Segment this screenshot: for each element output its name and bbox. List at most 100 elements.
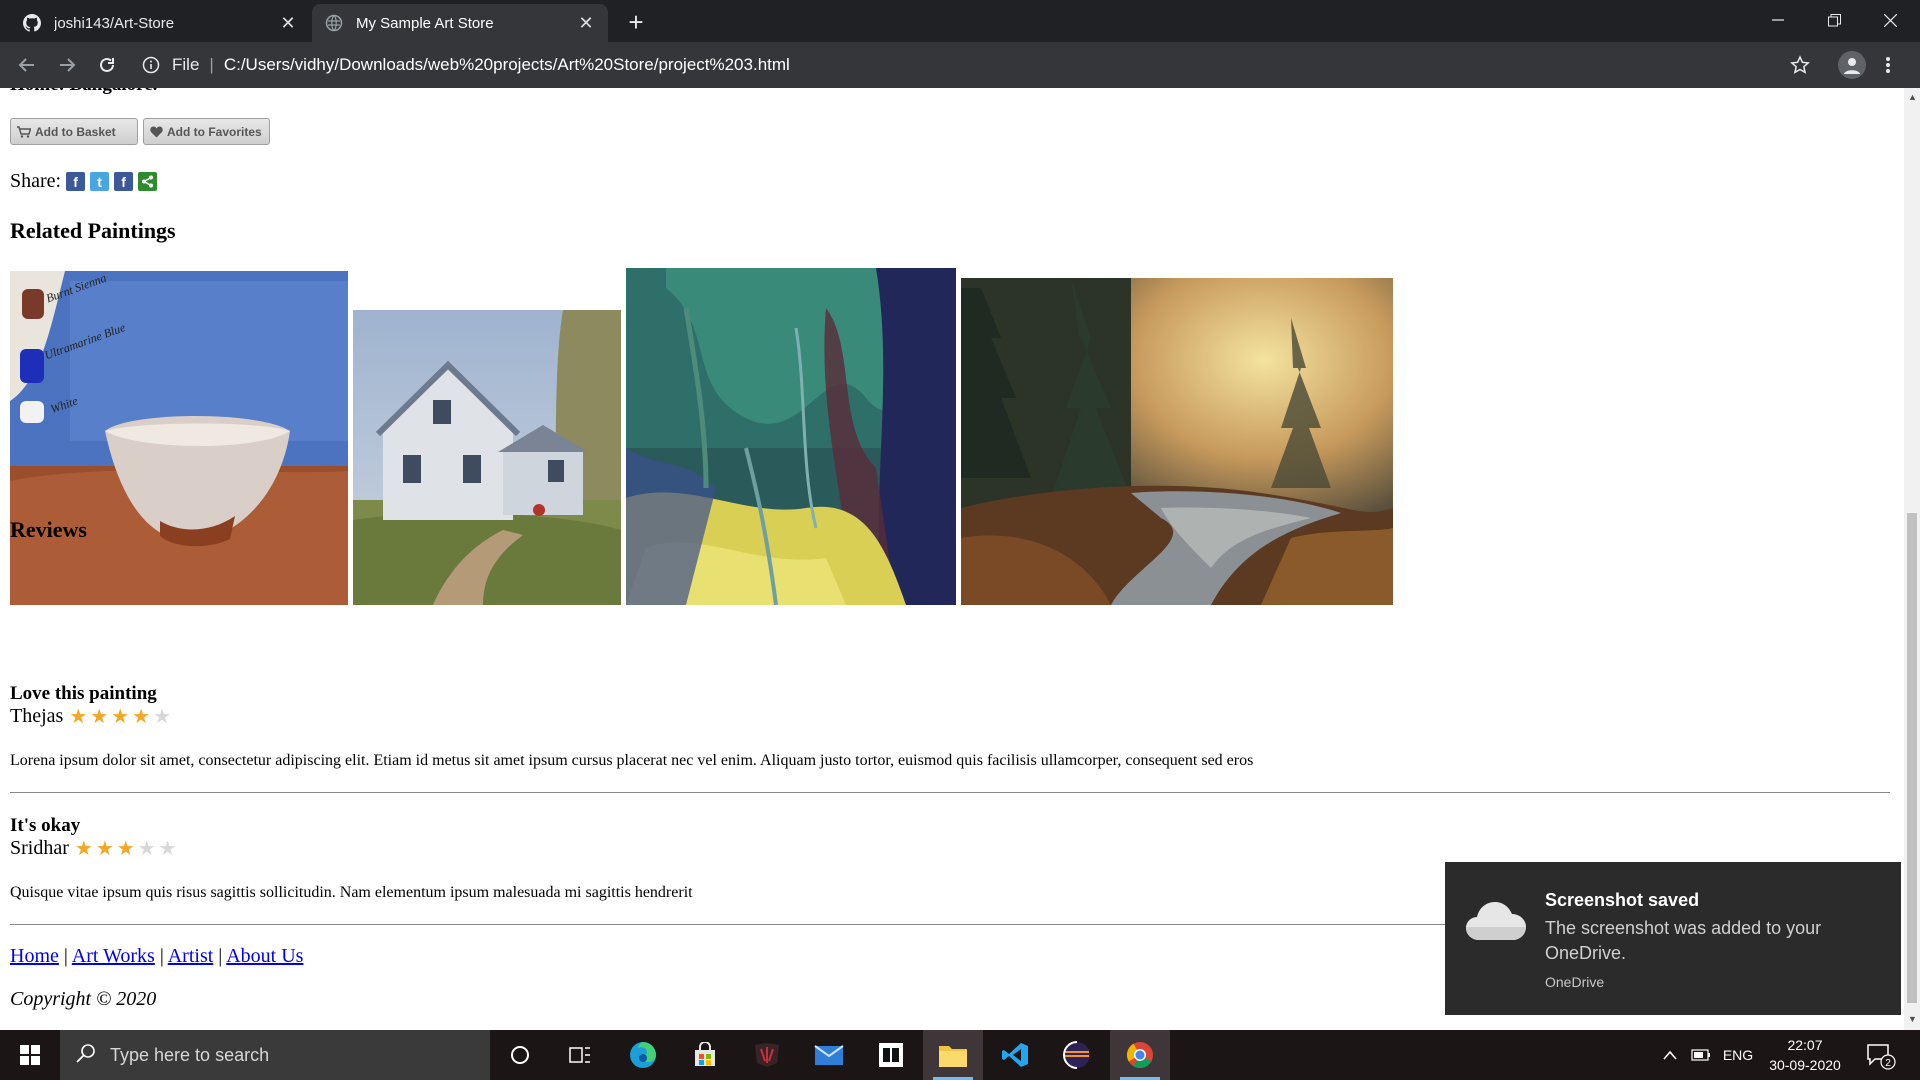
eclipse-icon[interactable] [1047, 1030, 1107, 1080]
heart-icon [150, 126, 163, 137]
close-tab-icon[interactable]: ✕ [576, 13, 596, 33]
review-author-row: Thejas ★ ★ ★ ★ ★ [10, 705, 171, 728]
edge-icon[interactable] [613, 1030, 673, 1080]
address-bar[interactable]: File | C:/Users/vidhy/Downloads/web%20pr… [140, 48, 1780, 82]
notification-source: OneDrive [1545, 974, 1605, 990]
painting-farmhouse[interactable] [353, 310, 621, 605]
new-tab-icon[interactable]: + [622, 7, 650, 37]
scroll-up-icon[interactable]: ▲ [1908, 92, 1917, 102]
add-to-favorites-label: Add to Favorites [167, 124, 262, 139]
back-icon[interactable] [12, 50, 42, 80]
artist-home-text: Home: Bangalore. [10, 88, 157, 96]
review-author: Sridhar [10, 837, 69, 859]
globe-icon [324, 13, 344, 33]
painting-forest-river[interactable] [961, 278, 1393, 605]
twitter-icon[interactable]: t [90, 172, 110, 191]
divider [10, 792, 1890, 793]
share-icon[interactable] [138, 172, 158, 191]
facebook-icon[interactable]: f [114, 172, 134, 191]
windows-start-icon[interactable] [0, 1030, 60, 1080]
footer-link-about-us[interactable]: About Us [226, 945, 303, 967]
tab-art-store[interactable]: My Sample Art Store ✕ [312, 4, 608, 42]
tab-title: My Sample Art Store [356, 14, 494, 32]
microsoft-store-icon[interactable] [675, 1030, 735, 1080]
copyright-text: Copyright © 2020 [10, 988, 157, 1010]
notification-count: 2 [1885, 1058, 1891, 1069]
review-author: Thejas [10, 705, 64, 727]
search-placeholder: Type here to search [110, 1044, 270, 1065]
cortana-icon[interactable] [490, 1030, 550, 1080]
painting-bowl-study[interactable]: Burnt Sienna Ultramarine Blue White [10, 271, 348, 605]
bookmark-star-icon[interactable] [1790, 55, 1810, 80]
clock-date: 30-09-2020 [1769, 1057, 1841, 1073]
star-filled-icon: ★ [69, 705, 88, 728]
language-indicator[interactable]: ENG [1718, 1030, 1758, 1080]
battery-icon[interactable] [1688, 1030, 1714, 1080]
browser-tab-bar: joshi143/Art-Store ✕ My Sample Art Store… [0, 0, 1920, 42]
windows-taskbar: Type here to search ENG 22:07 30-09-2020… [0, 1030, 1920, 1080]
review-title: It's okay [10, 815, 81, 836]
system-clock[interactable]: 22:07 30-09-2020 [1760, 1035, 1850, 1075]
cloud-icon [1465, 898, 1527, 947]
minimize-icon[interactable] [1750, 0, 1806, 40]
footer-link-art-works[interactable]: Art Works [72, 945, 155, 967]
star-empty-icon: ★ [137, 837, 156, 860]
share-label: Share: [10, 170, 62, 192]
chrome-icon[interactable] [1110, 1030, 1170, 1080]
star-filled-icon: ★ [116, 837, 135, 860]
restore-icon[interactable] [1806, 0, 1862, 40]
onedrive-notification[interactable]: Screenshot saved The screenshot was adde… [1445, 862, 1901, 1015]
profile-avatar[interactable] [1838, 51, 1866, 79]
painting-abstract-forest[interactable] [626, 268, 956, 605]
add-to-basket-label: Add to Basket [35, 124, 116, 139]
scroll-down-icon[interactable]: ▼ [1908, 1014, 1917, 1024]
footer-nav: Home | Art Works | Artist | About Us [10, 945, 304, 967]
close-tab-icon[interactable]: ✕ [278, 13, 298, 33]
search-icon [76, 1043, 96, 1068]
roblox-studio-icon[interactable] [861, 1030, 921, 1080]
menu-kebab-icon[interactable] [1885, 56, 1891, 79]
star-filled-icon: ★ [74, 837, 93, 860]
star-filled-icon: ★ [90, 705, 109, 728]
close-window-icon[interactable] [1862, 0, 1918, 40]
related-paintings-heading: Related Paintings [10, 218, 176, 243]
info-icon[interactable] [140, 54, 162, 76]
predator-sense-icon[interactable] [737, 1030, 797, 1080]
action-center-icon[interactable]: 2 [1866, 1042, 1896, 1075]
github-icon [22, 13, 42, 33]
task-view-icon[interactable] [550, 1030, 610, 1080]
file-explorer-icon[interactable] [923, 1030, 983, 1080]
scheme-label: File [172, 55, 200, 74]
add-to-favorites-button[interactable]: Add to Favorites [143, 118, 270, 145]
rating-stars: ★ ★ ★ ★ ★ [75, 839, 177, 859]
star-empty-icon: ★ [153, 705, 171, 728]
review-author-row: Sridhar ★ ★ ★ ★ ★ [10, 837, 177, 860]
clock-time: 22:07 [1787, 1037, 1823, 1053]
scrollbar-thumb[interactable] [1907, 513, 1917, 1003]
show-hidden-icons-icon[interactable] [1658, 1030, 1682, 1080]
star-filled-icon: ★ [132, 705, 151, 728]
star-filled-icon: ★ [95, 837, 114, 860]
taskbar-search[interactable]: Type here to search [60, 1030, 490, 1080]
notification-title: Screenshot saved [1545, 890, 1700, 910]
star-filled-icon: ★ [111, 705, 130, 728]
vscode-icon[interactable] [985, 1030, 1045, 1080]
star-empty-icon: ★ [158, 837, 177, 860]
cart-icon [17, 125, 31, 138]
review-text: Lorena ipsum dolor sit amet, consectetur… [10, 752, 1254, 769]
footer-link-home[interactable]: Home [10, 945, 59, 967]
add-to-basket-button[interactable]: Add to Basket [10, 118, 138, 145]
browser-toolbar: File | C:/Users/vidhy/Downloads/web%20pr… [0, 42, 1920, 88]
mail-icon[interactable] [799, 1030, 859, 1080]
notification-body: The screenshot was added to your OneDriv… [1545, 918, 1822, 963]
tab-title: joshi143/Art-Store [54, 14, 175, 32]
footer-link-artist[interactable]: Artist [168, 945, 214, 967]
facebook-icon[interactable]: f [66, 172, 86, 191]
forward-icon[interactable] [52, 50, 82, 80]
tab-github[interactable]: joshi143/Art-Store ✕ [10, 4, 310, 42]
url-text[interactable]: C:/Users/vidhy/Downloads/web%20projects/… [224, 55, 790, 75]
reload-icon[interactable] [92, 50, 122, 80]
review-text: Quisque vitae ipsum quis risus sagittis … [10, 884, 693, 901]
page-scrollbar[interactable]: ▲ ▼ [1904, 88, 1920, 1030]
divider: | [209, 55, 214, 74]
